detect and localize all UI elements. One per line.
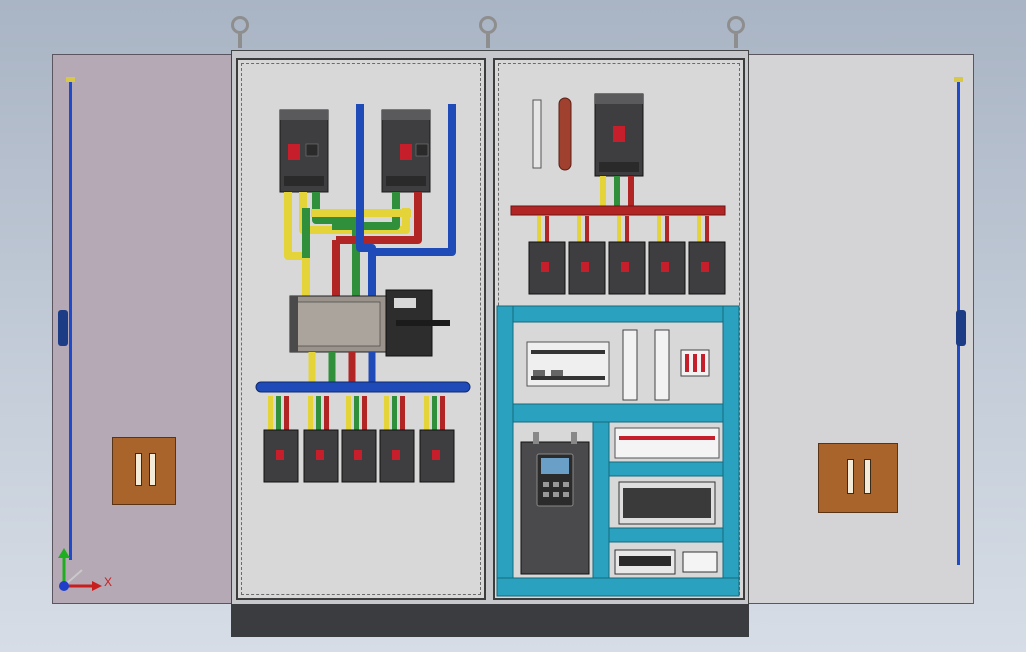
- lifting-eye-icon: [231, 16, 249, 34]
- power-supply-1: [622, 329, 638, 401]
- variable-frequency-drive[interactable]: [520, 432, 590, 575]
- lifting-eye-icon: [479, 16, 497, 34]
- distribution-busbar: [255, 381, 471, 393]
- left-door-handle-icon[interactable]: [58, 310, 68, 346]
- control-breaker-4[interactable]: [648, 216, 686, 295]
- control-breaker-1[interactable]: [528, 216, 566, 295]
- left-panel-wiring: [255, 104, 471, 483]
- left-document-pocket-icon: [112, 437, 176, 505]
- terminal-row-3: [614, 549, 718, 575]
- control-breakers: [528, 216, 726, 295]
- earth-busbar: [558, 97, 572, 171]
- right-panel-control: [496, 93, 740, 597]
- control-breaker-5[interactable]: [688, 216, 726, 295]
- main-isolator-switch[interactable]: [289, 289, 450, 357]
- feeder-breaker-4[interactable]: [379, 396, 415, 483]
- lifting-eye-stem: [734, 34, 738, 48]
- control-busbar: [510, 205, 726, 216]
- lifting-eye-stem: [486, 34, 490, 48]
- axis-x-label: X: [104, 575, 113, 589]
- incoming-breaker-1[interactable]: [279, 109, 329, 193]
- control-main-breaker[interactable]: [594, 93, 644, 177]
- feeder-breakers: [263, 396, 455, 483]
- terminal-row-2: [618, 481, 716, 525]
- right-door-handle-icon[interactable]: [956, 310, 966, 346]
- left-rod-cap: [66, 77, 75, 82]
- right-document-pocket-icon: [818, 443, 898, 513]
- feeder-breaker-2[interactable]: [303, 396, 339, 483]
- left-door[interactable]: [52, 54, 233, 604]
- control-feed-cables: [600, 176, 634, 208]
- neutral-terminal-strip: [532, 99, 542, 169]
- left-door-rod: [69, 80, 72, 560]
- relay-block: [680, 349, 710, 377]
- terminal-row-1: [614, 427, 720, 459]
- power-supply-2: [654, 329, 670, 401]
- right-door[interactable]: [746, 54, 974, 604]
- lifting-eye-stem: [238, 34, 242, 48]
- feeder-breaker-1[interactable]: [263, 396, 299, 483]
- feeder-breaker-3[interactable]: [341, 396, 377, 483]
- incoming-breaker-2[interactable]: [381, 109, 431, 193]
- control-breaker-2[interactable]: [568, 216, 606, 295]
- feeder-breaker-5[interactable]: [419, 396, 455, 483]
- control-breaker-3[interactable]: [608, 216, 646, 295]
- lifting-eye-icon: [727, 16, 745, 34]
- plc-controller[interactable]: [526, 341, 610, 387]
- right-rod-cap: [954, 77, 963, 82]
- cabinet-plinth: [231, 604, 749, 637]
